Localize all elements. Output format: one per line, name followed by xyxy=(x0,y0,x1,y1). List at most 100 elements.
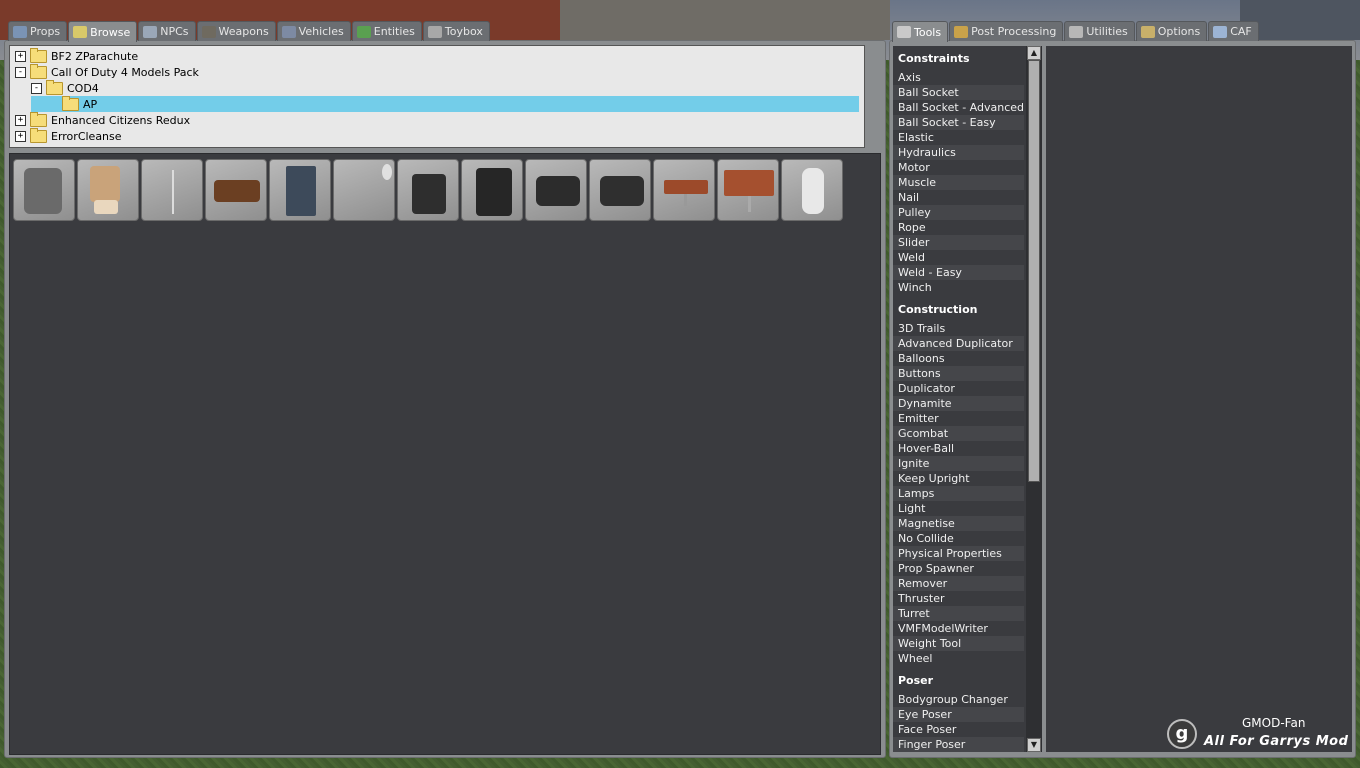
rolling-luggage-model[interactable] xyxy=(397,159,459,221)
tab-label: CAF xyxy=(1230,25,1252,38)
tool-list-scrollbar[interactable]: ▲ ▼ xyxy=(1026,46,1042,752)
tool-item[interactable]: Hydraulics xyxy=(893,145,1024,160)
tree-node-label: Call Of Duty 4 Models Pack xyxy=(51,65,199,79)
tab-browse[interactable]: Browse xyxy=(68,21,138,42)
tree-node[interactable]: + BF2 ZParachute xyxy=(15,47,139,64)
tool-item[interactable]: Elastic xyxy=(893,130,1024,145)
tab-weapons[interactable]: Weapons xyxy=(196,21,276,41)
tool-item[interactable]: Ignite xyxy=(893,456,1024,471)
tab-label: Vehicles xyxy=(298,25,344,38)
armchair-model[interactable] xyxy=(13,159,75,221)
tool-item[interactable]: Remover xyxy=(893,576,1024,591)
vending-machine-model[interactable] xyxy=(269,159,331,221)
tool-item[interactable]: Finger Poser xyxy=(893,737,1024,752)
tab-entities[interactable]: Entities xyxy=(351,21,422,41)
tool-item[interactable]: Keep Upright xyxy=(893,471,1024,486)
tree-node[interactable]: + ErrorCleanse xyxy=(15,127,122,144)
entities-icon xyxy=(356,25,371,38)
model-thumbnail xyxy=(214,180,260,202)
tool-item[interactable]: Prop Spawner xyxy=(893,561,1024,576)
tool-item[interactable]: Lamps xyxy=(893,486,1024,501)
tab-npcs[interactable]: NPCs xyxy=(138,21,196,41)
tool-item[interactable]: 3D Trails xyxy=(893,321,1024,336)
model-thumbnail xyxy=(724,170,774,196)
tool-item[interactable]: Hover-Ball xyxy=(893,441,1024,456)
duffel-case-model[interactable] xyxy=(589,159,651,221)
small-table-model[interactable] xyxy=(653,159,715,221)
model-thumbnail xyxy=(412,174,446,214)
collapse-icon[interactable]: - xyxy=(15,66,26,78)
tool-item[interactable]: Dynamite xyxy=(893,396,1024,411)
tool-item[interactable]: Emitter xyxy=(893,411,1024,426)
tool-item[interactable]: Rope xyxy=(893,220,1024,235)
tree-scrollbar[interactable]: ▲ ▼ xyxy=(864,46,865,147)
tool-item[interactable]: Ball Socket - Advanced xyxy=(893,100,1024,115)
square-table-model[interactable] xyxy=(717,159,779,221)
tool-item[interactable]: Ball Socket xyxy=(893,85,1024,100)
tool-item[interactable]: Physical Properties xyxy=(893,546,1024,561)
tool-item[interactable]: Weight Tool xyxy=(893,636,1024,651)
tool-item[interactable]: Turret xyxy=(893,606,1024,621)
folder-icon xyxy=(30,111,47,127)
tool-item[interactable]: Nail xyxy=(893,190,1024,205)
tool-item[interactable]: Thruster xyxy=(893,591,1024,606)
expand-icon[interactable]: + xyxy=(15,130,26,142)
tool-item[interactable]: Winch xyxy=(893,280,1024,295)
tool-item[interactable]: Duplicator xyxy=(893,381,1024,396)
stand-model[interactable] xyxy=(141,159,203,221)
tool-item[interactable]: Slider xyxy=(893,235,1024,250)
model-thumbnail xyxy=(24,168,62,214)
category-header[interactable]: Constraints xyxy=(893,48,1024,70)
sofa-model[interactable] xyxy=(205,159,267,221)
tab-caf[interactable]: CAF xyxy=(1208,21,1259,41)
tool-item[interactable]: Gcombat xyxy=(893,426,1024,441)
tool-item[interactable]: VMFModelWriter xyxy=(893,621,1024,636)
expand-icon[interactable]: + xyxy=(15,114,26,126)
tool-item[interactable]: No Collide xyxy=(893,531,1024,546)
browse-tree[interactable]: ▲ ▼ +BF2 ZParachute-Call Of Duty 4 Model… xyxy=(9,45,865,148)
tab-utilities[interactable]: Utilities xyxy=(1064,21,1135,41)
expand-icon[interactable]: + xyxy=(15,50,26,62)
watermark-slogan: All For Garrys Mod xyxy=(1204,734,1349,749)
scroll-thumb[interactable] xyxy=(1028,60,1040,482)
collapse-icon[interactable]: - xyxy=(31,82,42,94)
tab-tools[interactable]: Tools xyxy=(892,21,949,42)
tool-item[interactable]: Buttons xyxy=(893,366,1024,381)
tab-toybox[interactable]: Toybox xyxy=(422,21,490,41)
tab-props[interactable]: Props xyxy=(8,21,68,41)
tool-item[interactable]: Motor xyxy=(893,160,1024,175)
tool-item[interactable]: Weld xyxy=(893,250,1024,265)
tool-item[interactable]: Light xyxy=(893,501,1024,516)
scroll-down-button[interactable]: ▼ xyxy=(1027,738,1041,752)
tree-node[interactable]: AP xyxy=(31,95,859,112)
tube-model[interactable] xyxy=(781,159,843,221)
tree-node[interactable]: + Enhanced Citizens Redux xyxy=(15,111,190,128)
folder-icon xyxy=(30,47,47,63)
tool-item[interactable]: Muscle xyxy=(893,175,1024,190)
tool-item[interactable]: Ball Socket - Easy xyxy=(893,115,1024,130)
tree-node[interactable]: - Call Of Duty 4 Models Pack xyxy=(15,63,199,80)
tab-post-processing[interactable]: Post Processing xyxy=(949,21,1064,41)
category-header[interactable]: Construction xyxy=(893,299,1024,321)
cinema-seat-model[interactable] xyxy=(77,159,139,221)
tool-item[interactable]: Pulley xyxy=(893,205,1024,220)
tool-item[interactable]: Advanced Duplicator xyxy=(893,336,1024,351)
suitcase-model[interactable] xyxy=(525,159,587,221)
tool-item[interactable]: Magnetise xyxy=(893,516,1024,531)
tree-node-label: BF2 ZParachute xyxy=(51,49,139,63)
scroll-up-button[interactable]: ▲ xyxy=(1027,46,1041,60)
tool-item[interactable]: Weld - Easy xyxy=(893,265,1024,280)
tool-item[interactable]: Face Poser xyxy=(893,722,1024,737)
blank-model[interactable] xyxy=(333,159,395,221)
category-header[interactable]: Poser xyxy=(893,670,1024,692)
tab-options[interactable]: Options xyxy=(1135,21,1208,41)
tool-item[interactable]: Axis xyxy=(893,70,1024,85)
tab-vehicles[interactable]: Vehicles xyxy=(276,21,351,41)
tool-item[interactable]: Bodygroup Changer xyxy=(893,692,1024,707)
tool-item[interactable]: Eye Poser xyxy=(893,707,1024,722)
tree-node-label: ErrorCleanse xyxy=(51,129,122,143)
tree-node[interactable]: - COD4 xyxy=(31,79,99,96)
tool-item[interactable]: Wheel xyxy=(893,651,1024,666)
tool-item[interactable]: Balloons xyxy=(893,351,1024,366)
tall-luggage-model[interactable] xyxy=(461,159,523,221)
